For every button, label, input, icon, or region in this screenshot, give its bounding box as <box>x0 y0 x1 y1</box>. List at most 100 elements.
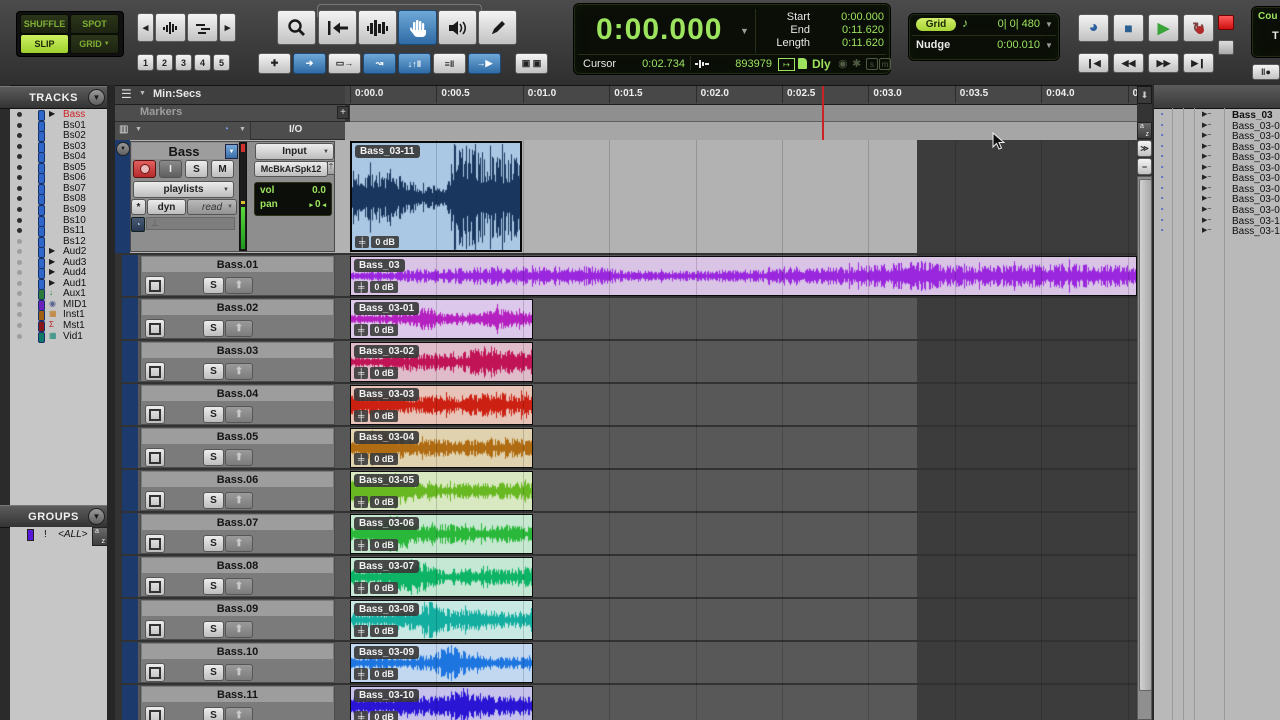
zoom-preset-5[interactable]: 5 <box>213 54 230 71</box>
panel-divider[interactable] <box>107 85 115 720</box>
link-icon[interactable]: ✱ <box>852 57 861 70</box>
track-list-item-Inst1[interactable]: ▦Inst1 <box>0 309 107 320</box>
grid-follows-button[interactable]: ≡‖ <box>433 53 466 74</box>
audio-clip-Bass_03-02[interactable]: Bass_03-02╪0 dB <box>350 342 533 382</box>
zoom-in-button[interactable]: ▸ <box>219 13 236 42</box>
lane-name-label[interactable]: Bass.05 <box>142 429 333 444</box>
group-sort-button[interactable]: a z <box>92 527 108 546</box>
lane-header-Bass.08[interactable]: Bass.08S⬆ <box>140 556 335 597</box>
insertion-play-button[interactable]: →▶ <box>468 53 501 74</box>
lane-duplicate-button[interactable] <box>145 706 165 720</box>
clip-list-item-Bass_03-08[interactable]: ◔▶~Bass_03-08 <box>1154 194 1280 205</box>
track-list-item-Bs11[interactable]: Bs11 <box>0 225 107 236</box>
view-chevron-icon[interactable]: ▼ <box>135 126 142 133</box>
mute-status-badge[interactable]: m <box>879 58 891 70</box>
page-scroll-icon[interactable] <box>798 58 807 69</box>
track-view-icon[interactable]: ▥ <box>119 124 128 135</box>
fast-forward-button[interactable]: ▶▶ <box>1148 53 1179 73</box>
lane-header-Bass.03[interactable]: Bass.03S⬆ <box>140 341 335 382</box>
track-show-dot[interactable] <box>17 312 22 317</box>
lane-header-Bass.11[interactable]: Bass.11S⬆ <box>140 685 335 720</box>
record-enable-indicator[interactable] <box>1218 15 1234 30</box>
lane-name-label[interactable]: Bass.03 <box>142 343 333 358</box>
lane-promote-button[interactable]: ⬆ <box>225 363 253 380</box>
track-show-dot[interactable] <box>17 207 22 212</box>
clip-list-item-Bass_03-07[interactable]: ◔▶~Bass_03-07 <box>1154 184 1280 195</box>
lane-solo-button[interactable]: S <box>203 320 224 337</box>
track-list-item-Aux1[interactable]: ↓Aux1 <box>0 288 107 299</box>
lane-name-label[interactable]: Bass.08 <box>142 558 333 573</box>
track-show-dot[interactable] <box>17 175 22 180</box>
scrollbar-thumb[interactable] <box>1139 179 1152 691</box>
input-selector[interactable]: Input ▼ <box>255 143 334 160</box>
grid-toggle-button[interactable]: Grid <box>916 18 956 31</box>
bass-track-collapse-button[interactable]: ▼ <box>116 142 130 156</box>
track-show-dot[interactable] <box>17 302 22 307</box>
zoomer-tool-button[interactable] <box>277 10 316 45</box>
track-show-dot[interactable] <box>17 123 22 128</box>
tab-to-transient-button[interactable]: ✚ <box>258 53 291 74</box>
rewind-button[interactable]: ◀◀ <box>1113 53 1144 73</box>
play-button[interactable]: ▶ <box>1148 14 1179 42</box>
wait-for-note-button[interactable]: ‖● <box>1252 64 1280 80</box>
lane-solo-button[interactable]: S <box>203 449 224 466</box>
track-list-item-Bs01[interactable]: Bs01 <box>0 120 107 131</box>
lane-duplicate-button[interactable] <box>145 663 165 682</box>
clock-icon[interactable]: ◔ <box>1159 121 1164 130</box>
audio-clip-Bass_03-04[interactable]: Bass_03-04╪0 dB <box>350 428 533 468</box>
lane-promote-button[interactable]: ⬆ <box>225 664 253 681</box>
clip-gain-badge[interactable]: ╪0 dB <box>354 324 398 336</box>
lane-header-Bass.06[interactable]: Bass.06S⬆ <box>140 470 335 511</box>
audio-clip-Bass_03-03[interactable]: Bass_03-03╪0 dB <box>350 385 533 425</box>
timeline-ruler[interactable]: 0:00.00:00.50:01.00:01.50:02.00:02.50:03… <box>345 86 1137 105</box>
group-color-chip[interactable] <box>27 529 34 541</box>
track-list-item-Mst1[interactable]: ΣMst1 <box>0 320 107 331</box>
track-list-item-Aud1[interactable]: ▶Aud1 <box>0 278 107 289</box>
length-value[interactable]: 0:11.620 <box>816 37 884 49</box>
ruler-menu-chevron-icon[interactable]: ▼ <box>139 90 146 97</box>
lane-name-label[interactable]: Bass.01 <box>142 257 333 272</box>
lane-header-Bass.01[interactable]: Bass.01S⬆ <box>140 255 335 296</box>
lane-solo-button[interactable]: S <box>203 492 224 509</box>
audio-clip-Bass_03-06[interactable]: Bass_03-06╪0 dB <box>350 514 533 554</box>
clip-list-item-Bass_03-09[interactable]: ◔▶~Bass_03-09 <box>1154 205 1280 216</box>
lane-header-Bass.04[interactable]: Bass.04S⬆ <box>140 384 335 425</box>
track-show-dot[interactable] <box>17 112 22 117</box>
track-view-dropdown[interactable]: ▼ <box>225 144 238 159</box>
lane-name-label[interactable]: Bass.11 <box>142 687 333 702</box>
track-list-item-Bs10[interactable]: Bs10 <box>0 215 107 226</box>
clip-gain-badge[interactable]: ╪0 dB <box>354 367 398 379</box>
clip-list-item-Bass_03-04[interactable]: ◔▶~Bass_03-04 <box>1154 152 1280 163</box>
track-show-dot[interactable] <box>17 196 22 201</box>
track-show-dot[interactable] <box>17 334 22 339</box>
track-show-dot[interactable] <box>17 154 22 159</box>
mode-shuffle-button[interactable]: SHUFFLE <box>20 14 69 34</box>
solo-button[interactable]: S <box>185 160 208 178</box>
track-show-dot[interactable] <box>17 281 22 286</box>
time-format-label[interactable]: Min:Secs <box>153 88 201 100</box>
clip-list-collapse-button[interactable]: − <box>1137 158 1152 175</box>
pan-value-wrap[interactable]: ▸ 0 ◂ <box>310 199 327 210</box>
nudge-dropdown-icon[interactable]: ▼ <box>1045 41 1053 50</box>
clock-icon[interactable]: ◔ <box>1159 152 1164 161</box>
audio-clip-Bass_03-07[interactable]: Bass_03-07╪0 dB <box>350 557 533 597</box>
vertical-scrollbar[interactable] <box>1137 176 1152 720</box>
vol-value[interactable]: 0.0 <box>312 185 326 196</box>
lane-duplicate-button[interactable] <box>145 577 165 596</box>
tracks-menu-button[interactable]: ▼ <box>88 89 105 106</box>
lane-promote-button[interactable]: ⬆ <box>225 621 253 638</box>
clip-gain-badge[interactable]: ╪0 dB <box>354 453 398 465</box>
solo-status-badge[interactable]: s <box>866 58 878 70</box>
end-value[interactable]: 0:11.620 <box>816 24 884 36</box>
track-list-item-Bs05[interactable]: Bs05 <box>0 162 107 173</box>
track-list-item-Bs09[interactable]: Bs09 <box>0 204 107 215</box>
lane-promote-button[interactable]: ⬆ <box>225 406 253 423</box>
track-list-item-Bs04[interactable]: Bs04 <box>0 151 107 162</box>
track-list-item-Bs07[interactable]: Bs07 <box>0 183 107 194</box>
lane-duplicate-button[interactable] <box>145 620 165 639</box>
lane-solo-button[interactable]: S <box>203 707 224 720</box>
track-show-dot[interactable] <box>17 144 22 149</box>
audio-zoom-button[interactable] <box>155 13 186 42</box>
playlists-selector[interactable]: playlists ▼ <box>133 181 234 198</box>
audio-clip-Bass_03-05[interactable]: Bass_03-05╪0 dB <box>350 471 533 511</box>
